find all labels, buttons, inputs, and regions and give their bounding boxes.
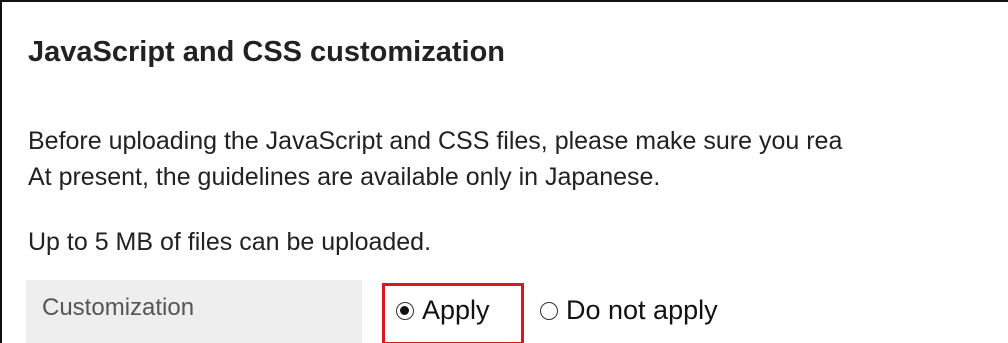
do-not-apply-radio-label[interactable]: Do not apply: [566, 295, 718, 326]
radio-selected-icon[interactable]: [396, 301, 414, 320]
section-title: JavaScript and CSS customization: [28, 36, 506, 68]
settings-panel: JavaScript and CSS customization Before …: [0, 0, 1008, 343]
apply-radio-option[interactable]: Apply: [396, 295, 490, 326]
upload-limit-text: Up to 5 MB of files can be uploaded.: [28, 228, 432, 256]
customization-label: Customization: [26, 280, 362, 343]
section-description: Before uploading the JavaScript and CSS …: [28, 123, 842, 195]
radio-unselected-icon[interactable]: [540, 301, 558, 320]
description-line-1: Before uploading the JavaScript and CSS …: [28, 127, 843, 155]
description-line-2: At present, the guidelines are available…: [28, 163, 661, 191]
do-not-apply-radio-option[interactable]: Do not apply: [540, 295, 718, 326]
apply-radio-label[interactable]: Apply: [422, 295, 490, 326]
